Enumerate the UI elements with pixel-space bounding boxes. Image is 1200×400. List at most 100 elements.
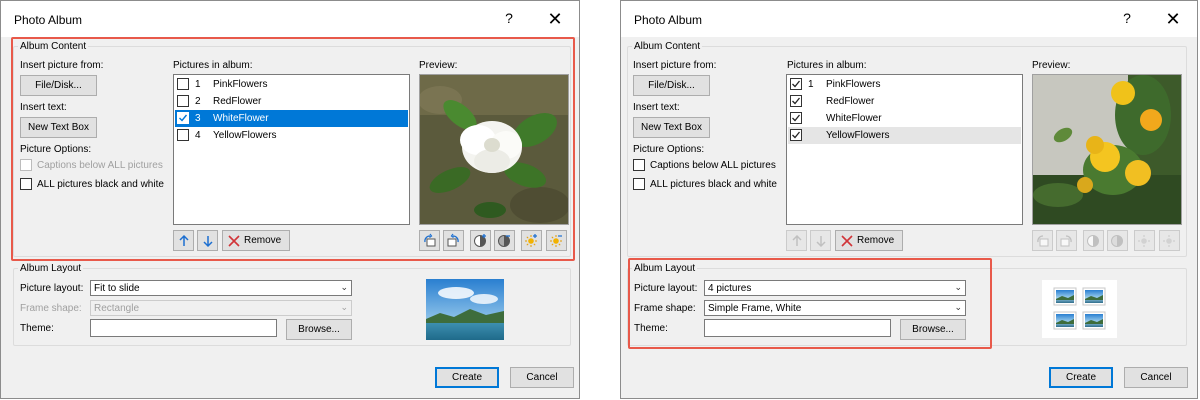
less-brightness-button[interactable] bbox=[546, 230, 567, 251]
more-contrast-button[interactable] bbox=[1083, 230, 1104, 251]
theme-label: Theme: bbox=[634, 323, 668, 334]
picture-name: YellowFlowers bbox=[826, 130, 890, 141]
help-button[interactable]: ? bbox=[501, 10, 517, 26]
insert-picture-label: Insert picture from: bbox=[633, 60, 717, 71]
check-icon bbox=[792, 131, 801, 139]
picture-name: RedFlower bbox=[213, 96, 262, 107]
create-button[interactable]: Create bbox=[435, 367, 499, 388]
picture-checkbox[interactable] bbox=[790, 78, 802, 90]
chevron-down-icon: ⌄ bbox=[340, 282, 348, 292]
insert-text-label: Insert text: bbox=[633, 102, 680, 113]
black-white-checkbox[interactable] bbox=[633, 178, 645, 190]
less-contrast-button[interactable] bbox=[494, 230, 515, 251]
check-icon bbox=[792, 80, 801, 88]
theme-input[interactable] bbox=[90, 319, 277, 337]
frame-shape-dropdown[interactable]: Simple Frame, White ⌄ bbox=[704, 300, 966, 316]
frame-shape-dropdown[interactable]: Rectangle ⌄ bbox=[90, 300, 352, 316]
rotate-left-button[interactable] bbox=[419, 230, 440, 251]
new-text-box-button[interactable]: New Text Box bbox=[20, 117, 97, 138]
album-layout-label: Album Layout bbox=[18, 263, 84, 274]
picture-options-label: Picture Options: bbox=[20, 144, 92, 155]
move-up-button[interactable] bbox=[786, 230, 807, 251]
list-item-hovered[interactable]: YellowFlowers bbox=[788, 127, 1021, 144]
chevron-down-icon: ⌄ bbox=[954, 282, 962, 292]
browse-button[interactable]: Browse... bbox=[286, 319, 352, 340]
list-item[interactable]: 1 PinkFlowers bbox=[788, 76, 1021, 93]
picture-checkbox[interactable] bbox=[790, 112, 802, 124]
landscape-thumbnail bbox=[426, 279, 504, 340]
help-button[interactable]: ? bbox=[1119, 10, 1135, 26]
more-contrast-button[interactable] bbox=[470, 230, 491, 251]
black-white-label: ALL pictures black and white bbox=[650, 179, 777, 190]
move-down-button[interactable] bbox=[197, 230, 218, 251]
picture-options-label: Picture Options: bbox=[633, 144, 705, 155]
insert-text-label: Insert text: bbox=[20, 102, 67, 113]
brightness-increase-icon bbox=[525, 234, 537, 247]
picture-number: 3 bbox=[195, 113, 201, 124]
list-item[interactable]: WhiteFlower bbox=[788, 110, 1021, 127]
list-item[interactable]: 1 PinkFlowers bbox=[175, 76, 408, 93]
pictures-listbox[interactable]: 1 PinkFlowers 2 RedFlower 3 WhiteFlower … bbox=[173, 74, 410, 225]
check-icon bbox=[179, 114, 188, 122]
captions-checkbox[interactable] bbox=[20, 159, 32, 171]
check-icon bbox=[792, 114, 801, 122]
contrast-decrease-icon bbox=[1111, 235, 1123, 247]
rotate-right-button[interactable] bbox=[443, 230, 464, 251]
black-white-checkbox[interactable] bbox=[20, 178, 32, 190]
remove-x-icon bbox=[841, 234, 853, 247]
create-button[interactable]: Create bbox=[1049, 367, 1113, 388]
picture-number: 4 bbox=[195, 130, 201, 141]
cancel-button[interactable]: Cancel bbox=[1124, 367, 1188, 388]
rotate-right-button[interactable] bbox=[1056, 230, 1077, 251]
picture-checkbox[interactable] bbox=[790, 95, 802, 107]
move-down-arrow-icon bbox=[202, 235, 213, 247]
title-bar: Photo Album ? ✕ bbox=[621, 1, 1197, 37]
more-brightness-button[interactable] bbox=[521, 230, 542, 251]
white-flower-photo bbox=[418, 75, 570, 224]
picture-name: PinkFlowers bbox=[826, 79, 881, 90]
brightness-increase-icon bbox=[1138, 235, 1150, 247]
picture-checkbox[interactable] bbox=[177, 95, 189, 107]
list-item[interactable]: 4 YellowFlowers bbox=[175, 127, 408, 144]
new-text-box-button[interactable]: New Text Box bbox=[633, 117, 710, 138]
remove-button[interactable]: Remove bbox=[222, 230, 290, 251]
pictures-listbox[interactable]: 1 PinkFlowers RedFlower WhiteFlower Yell… bbox=[786, 74, 1023, 225]
close-button[interactable]: ✕ bbox=[1163, 9, 1183, 30]
list-item[interactable]: 2 RedFlower bbox=[175, 93, 408, 110]
list-item-selected[interactable]: 3 WhiteFlower bbox=[175, 110, 408, 127]
black-white-label: ALL pictures black and white bbox=[37, 179, 164, 190]
remove-label: Remove bbox=[244, 235, 282, 246]
remove-button[interactable]: Remove bbox=[835, 230, 903, 251]
picture-checkbox[interactable] bbox=[790, 129, 802, 141]
rotate-left-button[interactable] bbox=[1032, 230, 1053, 251]
theme-label: Theme: bbox=[20, 323, 54, 334]
picture-layout-dropdown[interactable]: Fit to slide ⌄ bbox=[90, 280, 352, 296]
move-down-button[interactable] bbox=[810, 230, 831, 251]
browse-button[interactable]: Browse... bbox=[900, 319, 966, 340]
less-contrast-button[interactable] bbox=[1107, 230, 1128, 251]
file-disk-button[interactable]: File/Disk... bbox=[20, 75, 97, 96]
brightness-decrease-icon bbox=[1163, 235, 1175, 247]
picture-checkbox[interactable] bbox=[177, 78, 189, 90]
close-button[interactable]: ✕ bbox=[545, 9, 565, 30]
picture-layout-dropdown[interactable]: 4 pictures ⌄ bbox=[704, 280, 966, 296]
rotate-left-icon bbox=[1037, 235, 1049, 247]
picture-name: YellowFlowers bbox=[213, 130, 277, 141]
file-disk-button[interactable]: File/Disk... bbox=[633, 75, 710, 96]
more-brightness-button[interactable] bbox=[1134, 230, 1155, 251]
pictures-in-album-label: Pictures in album: bbox=[787, 60, 867, 71]
picture-layout-label: Picture layout: bbox=[20, 283, 84, 294]
theme-input[interactable] bbox=[704, 319, 891, 337]
cancel-button[interactable]: Cancel bbox=[510, 367, 574, 388]
photo-album-dialog-1: Photo Album ? ✕ Album Content Insert pic… bbox=[0, 0, 580, 399]
list-item[interactable]: RedFlower bbox=[788, 93, 1021, 110]
layout-preview-thumbnail bbox=[1042, 280, 1117, 338]
move-up-button[interactable] bbox=[173, 230, 194, 251]
less-brightness-button[interactable] bbox=[1159, 230, 1180, 251]
captions-checkbox[interactable] bbox=[633, 159, 645, 171]
rotate-left-icon bbox=[424, 233, 436, 247]
layout-preview-thumbnail bbox=[426, 279, 504, 340]
picture-checkbox[interactable] bbox=[177, 129, 189, 141]
picture-checkbox[interactable] bbox=[177, 112, 189, 124]
insert-picture-label: Insert picture from: bbox=[20, 60, 104, 71]
